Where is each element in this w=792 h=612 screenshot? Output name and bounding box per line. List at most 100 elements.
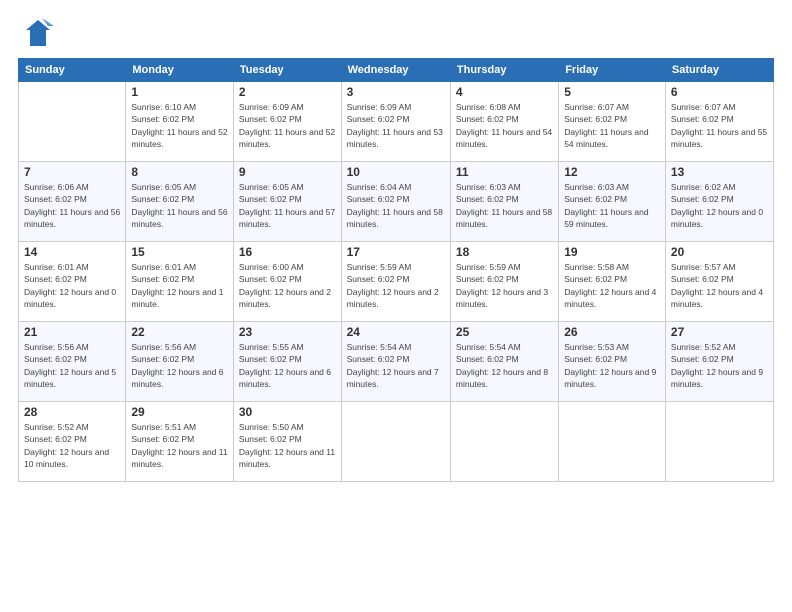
day-info: Sunrise: 5:54 AMSunset: 6:02 PMDaylight:… xyxy=(456,341,553,390)
day-info: Sunrise: 5:59 AMSunset: 6:02 PMDaylight:… xyxy=(347,261,445,310)
day-number: 24 xyxy=(347,325,445,339)
day-info: Sunrise: 6:03 AMSunset: 6:02 PMDaylight:… xyxy=(564,181,660,230)
day-info: Sunrise: 6:05 AMSunset: 6:02 PMDaylight:… xyxy=(131,181,228,230)
day-number: 1 xyxy=(131,85,228,99)
calendar-cell: 30Sunrise: 5:50 AMSunset: 6:02 PMDayligh… xyxy=(233,402,341,482)
day-info: Sunrise: 6:10 AMSunset: 6:02 PMDaylight:… xyxy=(131,101,228,150)
day-info: Sunrise: 5:50 AMSunset: 6:02 PMDaylight:… xyxy=(239,421,336,470)
calendar-week-row: 21 Sunrise: 5:56 AMSunset: 6:02 PMDayligh… xyxy=(19,322,774,402)
calendar-cell: 9 Sunrise: 6:05 AMSunset: 6:02 PMDaylight… xyxy=(233,162,341,242)
calendar-cell: 8 Sunrise: 6:05 AMSunset: 6:02 PMDaylight… xyxy=(126,162,234,242)
calendar-cell: 23 Sunrise: 5:55 AMSunset: 6:02 PMDayligh… xyxy=(233,322,341,402)
day-info: Sunrise: 5:52 AMSunset: 6:02 PMDaylight:… xyxy=(24,421,120,470)
day-info: Sunrise: 5:57 AMSunset: 6:02 PMDaylight:… xyxy=(671,261,768,310)
day-number: 5 xyxy=(564,85,660,99)
calendar-cell: 4 Sunrise: 6:08 AMSunset: 6:02 PMDaylight… xyxy=(450,82,558,162)
day-number: 6 xyxy=(671,85,768,99)
calendar-week-row: 28 Sunrise: 5:52 AMSunset: 6:02 PMDayligh… xyxy=(19,402,774,482)
calendar-cell: 11 Sunrise: 6:03 AMSunset: 6:02 PMDayligh… xyxy=(450,162,558,242)
day-number: 25 xyxy=(456,325,553,339)
day-number: 12 xyxy=(564,165,660,179)
calendar-cell: 29 Sunrise: 5:51 AMSunset: 6:02 PMDayligh… xyxy=(126,402,234,482)
day-number: 16 xyxy=(239,245,336,259)
day-number: 26 xyxy=(564,325,660,339)
weekday-header-sunday: Sunday xyxy=(19,59,126,82)
weekday-header-friday: Friday xyxy=(559,59,666,82)
calendar-cell: 17Sunrise: 5:59 AMSunset: 6:02 PMDayligh… xyxy=(341,242,450,322)
calendar-week-row: 14 Sunrise: 6:01 AMSunset: 6:02 PMDayligh… xyxy=(19,242,774,322)
calendar-cell xyxy=(559,402,666,482)
calendar-cell: 1 Sunrise: 6:10 AMSunset: 6:02 PMDaylight… xyxy=(126,82,234,162)
day-info: Sunrise: 6:05 AMSunset: 6:02 PMDaylight:… xyxy=(239,181,336,230)
calendar-cell xyxy=(665,402,773,482)
weekday-header-tuesday: Tuesday xyxy=(233,59,341,82)
calendar-cell: 25 Sunrise: 5:54 AMSunset: 6:02 PMDayligh… xyxy=(450,322,558,402)
day-info: Sunrise: 6:09 AMSunset: 6:02 PMDaylight:… xyxy=(347,101,445,150)
day-number: 10 xyxy=(347,165,445,179)
day-number: 18 xyxy=(456,245,553,259)
calendar-cell xyxy=(341,402,450,482)
day-info: Sunrise: 5:55 AMSunset: 6:02 PMDaylight:… xyxy=(239,341,336,390)
day-info: Sunrise: 5:54 AMSunset: 6:02 PMDaylight:… xyxy=(347,341,445,390)
day-info: Sunrise: 5:52 AMSunset: 6:02 PMDaylight:… xyxy=(671,341,768,390)
day-number: 11 xyxy=(456,165,553,179)
day-info: Sunrise: 6:07 AMSunset: 6:02 PMDaylight:… xyxy=(564,101,660,150)
calendar-cell: 22Sunrise: 5:56 AMSunset: 6:02 PMDayligh… xyxy=(126,322,234,402)
calendar-cell: 20 Sunrise: 5:57 AMSunset: 6:02 PMDayligh… xyxy=(665,242,773,322)
day-number: 3 xyxy=(347,85,445,99)
weekday-header-thursday: Thursday xyxy=(450,59,558,82)
calendar-cell: 26Sunrise: 5:53 AMSunset: 6:02 PMDayligh… xyxy=(559,322,666,402)
calendar-cell: 24 Sunrise: 5:54 AMSunset: 6:02 PMDayligh… xyxy=(341,322,450,402)
calendar-cell: 16 Sunrise: 6:00 AMSunset: 6:02 PMDayligh… xyxy=(233,242,341,322)
day-number: 9 xyxy=(239,165,336,179)
day-number: 4 xyxy=(456,85,553,99)
day-info: Sunrise: 6:06 AMSunset: 6:02 PMDaylight:… xyxy=(24,181,120,230)
logo xyxy=(18,16,60,52)
calendar-week-row: 1 Sunrise: 6:10 AMSunset: 6:02 PMDaylight… xyxy=(19,82,774,162)
day-info: Sunrise: 5:56 AMSunset: 6:02 PMDaylight:… xyxy=(131,341,228,390)
weekday-header-wednesday: Wednesday xyxy=(341,59,450,82)
day-number: 14 xyxy=(24,245,120,259)
day-number: 20 xyxy=(671,245,768,259)
logo-icon xyxy=(18,16,54,52)
calendar-cell: 7 Sunrise: 6:06 AMSunset: 6:02 PMDaylight… xyxy=(19,162,126,242)
day-info: Sunrise: 5:56 AMSunset: 6:02 PMDaylight:… xyxy=(24,341,120,390)
day-info: Sunrise: 5:51 AMSunset: 6:02 PMDaylight:… xyxy=(131,421,228,470)
calendar-cell: 2Sunrise: 6:09 AMSunset: 6:02 PMDaylight… xyxy=(233,82,341,162)
day-info: Sunrise: 6:01 AMSunset: 6:02 PMDaylight:… xyxy=(24,261,120,310)
calendar-cell: 5 Sunrise: 6:07 AMSunset: 6:02 PMDaylight… xyxy=(559,82,666,162)
day-number: 28 xyxy=(24,405,120,419)
calendar-week-row: 7 Sunrise: 6:06 AMSunset: 6:02 PMDaylight… xyxy=(19,162,774,242)
calendar-cell: 12 Sunrise: 6:03 AMSunset: 6:02 PMDayligh… xyxy=(559,162,666,242)
day-info: Sunrise: 6:08 AMSunset: 6:02 PMDaylight:… xyxy=(456,101,553,150)
day-number: 8 xyxy=(131,165,228,179)
calendar-cell: 10Sunrise: 6:04 AMSunset: 6:02 PMDayligh… xyxy=(341,162,450,242)
calendar-cell: 15Sunrise: 6:01 AMSunset: 6:02 PMDayligh… xyxy=(126,242,234,322)
calendar-table: SundayMondayTuesdayWednesdayThursdayFrid… xyxy=(18,58,774,482)
calendar-cell: 13 Sunrise: 6:02 AMSunset: 6:02 PMDayligh… xyxy=(665,162,773,242)
calendar-cell xyxy=(19,82,126,162)
day-info: Sunrise: 5:59 AMSunset: 6:02 PMDaylight:… xyxy=(456,261,553,310)
day-number: 21 xyxy=(24,325,120,339)
calendar-body: 1 Sunrise: 6:10 AMSunset: 6:02 PMDaylight… xyxy=(19,82,774,482)
day-info: Sunrise: 6:02 AMSunset: 6:02 PMDaylight:… xyxy=(671,181,768,230)
day-info: Sunrise: 5:58 AMSunset: 6:02 PMDaylight:… xyxy=(564,261,660,310)
day-info: Sunrise: 6:00 AMSunset: 6:02 PMDaylight:… xyxy=(239,261,336,310)
day-number: 27 xyxy=(671,325,768,339)
calendar-cell: 19Sunrise: 5:58 AMSunset: 6:02 PMDayligh… xyxy=(559,242,666,322)
day-info: Sunrise: 6:03 AMSunset: 6:02 PMDaylight:… xyxy=(456,181,553,230)
weekday-header-monday: Monday xyxy=(126,59,234,82)
calendar-cell: 3 Sunrise: 6:09 AMSunset: 6:02 PMDaylight… xyxy=(341,82,450,162)
day-info: Sunrise: 6:07 AMSunset: 6:02 PMDaylight:… xyxy=(671,101,768,150)
day-number: 13 xyxy=(671,165,768,179)
day-number: 29 xyxy=(131,405,228,419)
calendar-cell xyxy=(450,402,558,482)
calendar-cell: 6 Sunrise: 6:07 AMSunset: 6:02 PMDaylight… xyxy=(665,82,773,162)
day-number: 23 xyxy=(239,325,336,339)
day-number: 15 xyxy=(131,245,228,259)
calendar-cell: 21 Sunrise: 5:56 AMSunset: 6:02 PMDayligh… xyxy=(19,322,126,402)
calendar-header-row: SundayMondayTuesdayWednesdayThursdayFrid… xyxy=(19,59,774,82)
day-number: 7 xyxy=(24,165,120,179)
day-info: Sunrise: 6:09 AMSunset: 6:02 PMDaylight:… xyxy=(239,101,336,150)
calendar-cell: 14 Sunrise: 6:01 AMSunset: 6:02 PMDayligh… xyxy=(19,242,126,322)
